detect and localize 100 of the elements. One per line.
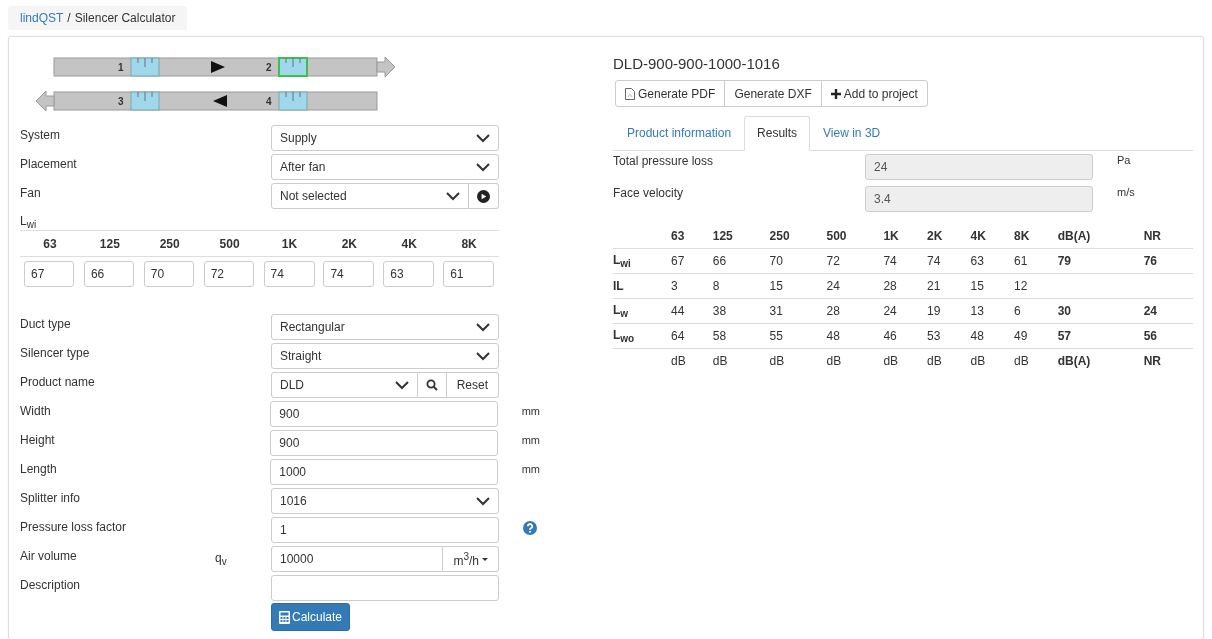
dropdown[interactable]: Not selected (271, 183, 469, 209)
result-field[interactable]: 3.4 (865, 186, 1093, 212)
field-label: Length (20, 461, 58, 476)
field-label: System (20, 127, 61, 142)
band-input[interactable]: 63 (383, 261, 435, 287)
plus-icon (830, 88, 841, 99)
silencer-number: 3 (118, 96, 124, 107)
table-cell: 46 (883, 323, 927, 349)
table-cell: 24 (826, 273, 884, 299)
unit-cell: dB (926, 348, 971, 373)
dropdown[interactable]: 1016 (271, 488, 499, 514)
caret-icon (482, 557, 488, 561)
symbol-label: q$_{v}$ (215, 551, 227, 565)
breadcrumb-link[interactable]: lindQST (20, 11, 64, 25)
table-cell: 28 (883, 273, 927, 299)
chevron-icon (476, 322, 490, 332)
band-input[interactable]: 72 (203, 261, 254, 287)
dropdown[interactable]: Supply (271, 125, 499, 151)
action-button[interactable]: Generate DXF (724, 80, 822, 107)
row-header: IL (613, 273, 671, 299)
silencer-drawing[interactable] (130, 91, 160, 111)
band-input[interactable]: 66 (83, 261, 134, 287)
silencer-number: 1 (118, 62, 124, 73)
unit-cell: dB (826, 348, 884, 373)
column-header: NR (1143, 224, 1193, 249)
table-cell: 21 (926, 273, 971, 299)
play-button[interactable] (469, 183, 499, 209)
band-input[interactable]: 70 (143, 261, 194, 287)
dropdown[interactable]: After fan (271, 154, 499, 180)
dropdown[interactable]: Rectangular (271, 314, 499, 340)
band-input[interactable]: 61 (443, 261, 495, 287)
table-cell: 15 (769, 273, 827, 299)
unit-dropdown-button[interactable]: m$^{3}$/h (443, 546, 499, 572)
table-cell: 72 (826, 248, 884, 274)
table-cell: 13 (970, 298, 1015, 324)
table-cell: 74 (883, 248, 927, 274)
input-field[interactable]: 900 (270, 401, 498, 427)
silencer-drawing[interactable] (278, 91, 308, 111)
unit-label: mm (521, 463, 540, 475)
table-cell: 44 (671, 298, 713, 324)
unit-cell: dB (883, 348, 927, 373)
action-button[interactable]: Add to project (820, 80, 928, 107)
calculator-icon (279, 610, 290, 624)
unit-cell: dB (671, 348, 713, 373)
tab[interactable]: Product information (614, 116, 745, 151)
play-icon (477, 189, 490, 203)
silencer-drawing[interactable] (278, 57, 308, 77)
unit-cell: dB (1014, 348, 1058, 373)
row-header: L$_{wi}$ (613, 248, 671, 274)
reset-button[interactable]: Reset (446, 372, 499, 398)
table-cell: 55 (769, 323, 827, 349)
field-label: Air volume (20, 548, 78, 563)
band-input[interactable]: 74 (323, 261, 375, 287)
input-field[interactable]: 1000 (270, 459, 498, 485)
dropdown[interactable]: Straight (271, 343, 499, 369)
silencer-number: 2 (266, 62, 272, 73)
tab[interactable]: View in 3D (810, 116, 894, 151)
chevron-icon (394, 380, 409, 390)
result-field[interactable]: 24 (865, 154, 1093, 180)
column-header: 2K (926, 224, 971, 249)
field-label: Placement (20, 156, 78, 171)
table-cell: 31 (769, 298, 827, 324)
table-cell: 67 (671, 248, 713, 274)
chevron-icon (476, 496, 490, 506)
dropdown[interactable]: DLD (271, 372, 418, 398)
column-header: 500 (826, 224, 884, 249)
unit-label: mm (521, 405, 540, 417)
search-button[interactable] (417, 372, 447, 398)
table-cell: 58 (712, 323, 770, 349)
field-label: Description (20, 577, 82, 592)
table-cell: 56 (1143, 323, 1193, 349)
field-label: Height (20, 432, 56, 447)
table-cell: 53 (926, 323, 971, 349)
table-cell: 28 (826, 298, 884, 324)
unit-cell: dB (712, 348, 770, 373)
tab[interactable]: Results (744, 116, 811, 151)
table-cell: 30 (1057, 298, 1144, 324)
band-input[interactable]: 67 (24, 261, 74, 287)
table-cell: 3 (671, 273, 713, 299)
field-label: Pressure loss factor (20, 519, 128, 534)
action-button[interactable]: Generate PDF (615, 80, 726, 107)
input-field[interactable]: 10000 (271, 546, 444, 572)
band-header: 2K (340, 236, 358, 251)
input-field[interactable] (271, 575, 499, 601)
input-field[interactable]: 1 (271, 517, 499, 543)
chevron-icon (476, 162, 490, 172)
band-input[interactable]: 74 (263, 261, 315, 287)
unit-label: m/s (1116, 186, 1135, 198)
calculate-button[interactable]: Calculate (271, 603, 351, 631)
table-cell: 49 (1014, 323, 1058, 349)
table-cell: 24 (883, 298, 927, 324)
band-header: 4K (400, 236, 418, 251)
column-header: 63 (671, 224, 713, 249)
table-cell: 57 (1057, 323, 1144, 349)
silencer-drawing[interactable] (130, 57, 160, 77)
result-label: Total pressure loss (613, 154, 715, 168)
help-icon[interactable] (523, 521, 537, 535)
table-cell: 76 (1143, 248, 1193, 274)
section-label: L$_{wi}$ (20, 213, 38, 228)
input-field[interactable]: 900 (270, 430, 498, 456)
